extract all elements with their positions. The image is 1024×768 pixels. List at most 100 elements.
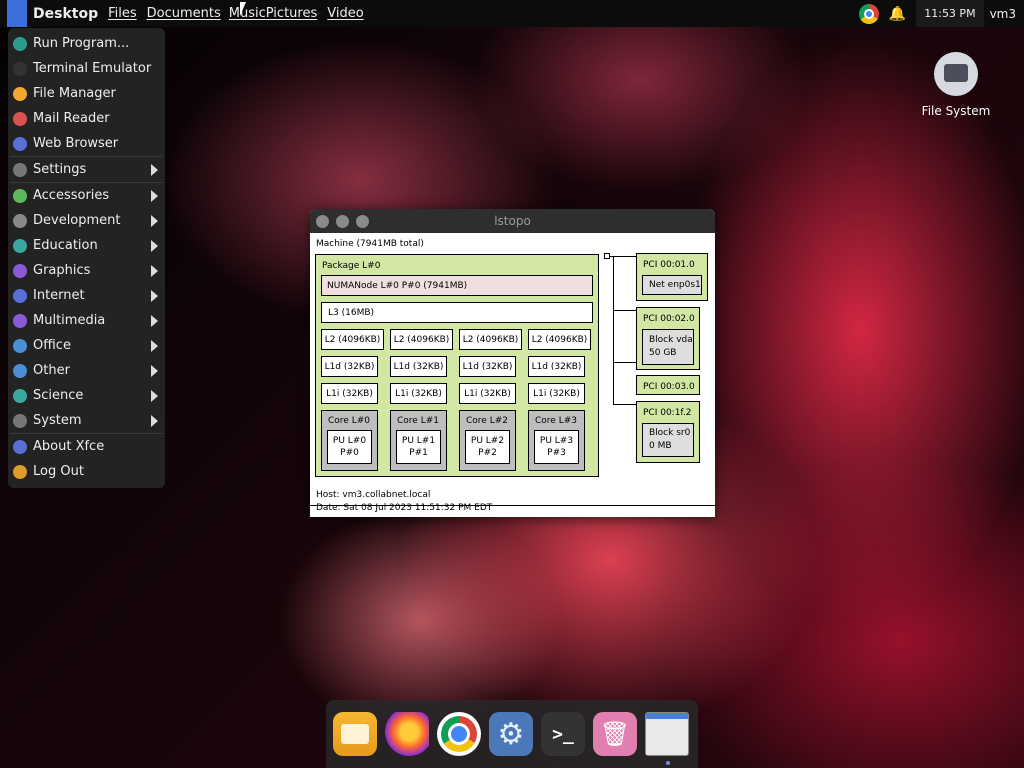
pu-label: PU L#0 — [332, 436, 367, 446]
menu-item-run-program[interactable]: Run Program... — [8, 31, 165, 56]
l1d-cache-box: L1d (32KB) — [321, 356, 378, 377]
window-icon[interactable] — [645, 712, 689, 756]
submenu-arrow-icon — [151, 265, 158, 277]
menu-item-log-out[interactable]: Log Out — [8, 459, 165, 484]
dock: ⚙ >_ 🗑 — [326, 700, 698, 768]
connector-line — [613, 256, 614, 404]
science-icon — [13, 388, 27, 403]
l1i-cache-box: L1i (32KB) — [528, 383, 585, 404]
l1i-cache-box: L1i (32KB) — [321, 383, 378, 404]
topology-canvas: Machine (7941MB total) Package L#0 NUMAN… — [310, 233, 715, 517]
desktop-icon-label: File System — [921, 104, 991, 118]
menu-item-label: Settings — [33, 162, 87, 177]
submenu-arrow-icon — [151, 240, 158, 252]
menu-item-label: Multimedia — [33, 313, 106, 328]
window-titlebar[interactable]: lstopo — [310, 209, 715, 233]
connector-line — [613, 404, 636, 405]
firefox-icon[interactable] — [385, 712, 429, 756]
panel-user[interactable]: vm3 — [984, 7, 1024, 21]
menu-item-settings[interactable]: Settings — [8, 157, 165, 182]
panel-menu-pictures[interactable]: Pictures — [266, 6, 317, 21]
menu-item-label: Run Program... — [33, 36, 130, 51]
chrome-icon[interactable] — [858, 3, 879, 24]
menu-item-about-xfce[interactable]: About Xfce — [8, 434, 165, 459]
desktop-icon-file-system[interactable]: File System — [918, 52, 994, 118]
drive-icon — [934, 52, 978, 96]
panel-clock[interactable]: 11:53 PM — [916, 0, 984, 27]
menu-item-graphics[interactable]: Graphics — [8, 258, 165, 283]
date-label: Date: Sat 08 Jul 2023 11:51:32 PM EDT — [316, 503, 493, 513]
io-device-label: Net enp0s1 — [649, 279, 701, 290]
chrome-icon[interactable] — [437, 712, 481, 756]
menu-item-label: Education — [33, 238, 98, 253]
menu-item-accessories[interactable]: Accessories — [8, 183, 165, 208]
development-icon — [13, 213, 27, 228]
menu-item-mail-reader[interactable]: Mail Reader — [8, 106, 165, 131]
mouse-cursor-icon — [240, 2, 246, 16]
submenu-arrow-icon — [151, 215, 158, 227]
panel-menu-files[interactable]: Files — [108, 6, 137, 21]
l2-cache-box: L2 (4096KB) — [528, 329, 591, 350]
trash-icon[interactable]: 🗑 — [593, 712, 637, 756]
l2-cache-box: L2 (4096KB) — [390, 329, 453, 350]
menu-item-label: Graphics — [33, 263, 91, 278]
io-device-label: Block sr0 — [649, 428, 691, 438]
bell-icon[interactable]: 🔔 — [889, 6, 906, 22]
pci-device-box: PCI 00:03.0 — [636, 375, 700, 395]
accessories-icon — [13, 188, 27, 203]
panel-menu-music[interactable]: Music — [229, 6, 266, 21]
about-icon — [13, 439, 27, 454]
core-label: Core L#1 — [397, 416, 439, 426]
terminal-icon[interactable]: >_ — [541, 712, 585, 756]
menu-item-development[interactable]: Development — [8, 208, 165, 233]
graphics-icon — [13, 263, 27, 278]
menu-item-terminal-emulator[interactable]: Terminal Emulator — [8, 56, 165, 81]
menu-item-education[interactable]: Education — [8, 233, 165, 258]
io-device-label: Block vda — [649, 335, 693, 345]
running-indicator — [666, 761, 670, 765]
settings-icon[interactable]: ⚙ — [489, 712, 533, 756]
submenu-arrow-icon — [151, 164, 158, 176]
menu-item-label: File Manager — [33, 86, 116, 101]
pci-label: PCI 00:1f.2 — [643, 408, 692, 418]
pu-label: P#3 — [547, 448, 566, 458]
menu-item-other[interactable]: Other — [8, 358, 165, 383]
applications-menu: Run Program... Terminal Emulator File Mana… — [8, 28, 165, 488]
menu-item-office[interactable]: Office — [8, 333, 165, 358]
pu-label: P#2 — [478, 448, 497, 458]
files-icon[interactable] — [333, 712, 377, 756]
folder-icon — [13, 86, 27, 101]
menu-item-system[interactable]: System — [8, 408, 165, 433]
l1i-cache-box: L1i (32KB) — [459, 383, 516, 404]
panel-apps-button[interactable] — [7, 0, 27, 27]
terminal-icon — [13, 61, 27, 76]
host-label: Host: vm3.collabnet.local — [316, 490, 431, 500]
menu-item-label: Science — [33, 388, 84, 403]
menu-item-internet[interactable]: Internet — [8, 283, 165, 308]
menu-item-science[interactable]: Science — [8, 383, 165, 408]
submenu-arrow-icon — [151, 315, 158, 327]
core-label: Core L#2 — [466, 416, 508, 426]
pci-label: PCI 00:02.0 — [643, 314, 695, 324]
connector-line — [613, 310, 636, 311]
l1d-cache-box: L1d (32KB) — [528, 356, 585, 377]
io-device-box: Net enp0s1 — [642, 275, 702, 295]
menu-item-label: Accessories — [33, 188, 110, 203]
office-icon — [13, 338, 27, 353]
l1i-cache-box: L1i (32KB) — [390, 383, 447, 404]
core-label: Core L#0 — [328, 416, 370, 426]
submenu-arrow-icon — [151, 340, 158, 352]
run-icon — [13, 36, 27, 51]
panel-desktop-label[interactable]: Desktop — [33, 6, 98, 22]
panel-menu-documents[interactable]: Documents — [147, 6, 221, 21]
panel-menu-video[interactable]: Video — [327, 6, 363, 21]
pu-label: P#1 — [409, 448, 428, 458]
menu-item-multimedia[interactable]: Multimedia — [8, 308, 165, 333]
machine-label: Machine (7941MB total) — [316, 239, 424, 249]
submenu-arrow-icon — [151, 290, 158, 302]
menu-item-label: Internet — [33, 288, 85, 303]
menu-item-file-manager[interactable]: File Manager — [8, 81, 165, 106]
menu-item-web-browser[interactable]: Web Browser — [8, 131, 165, 156]
package-label: Package L#0 — [322, 261, 381, 271]
submenu-arrow-icon — [151, 190, 158, 202]
